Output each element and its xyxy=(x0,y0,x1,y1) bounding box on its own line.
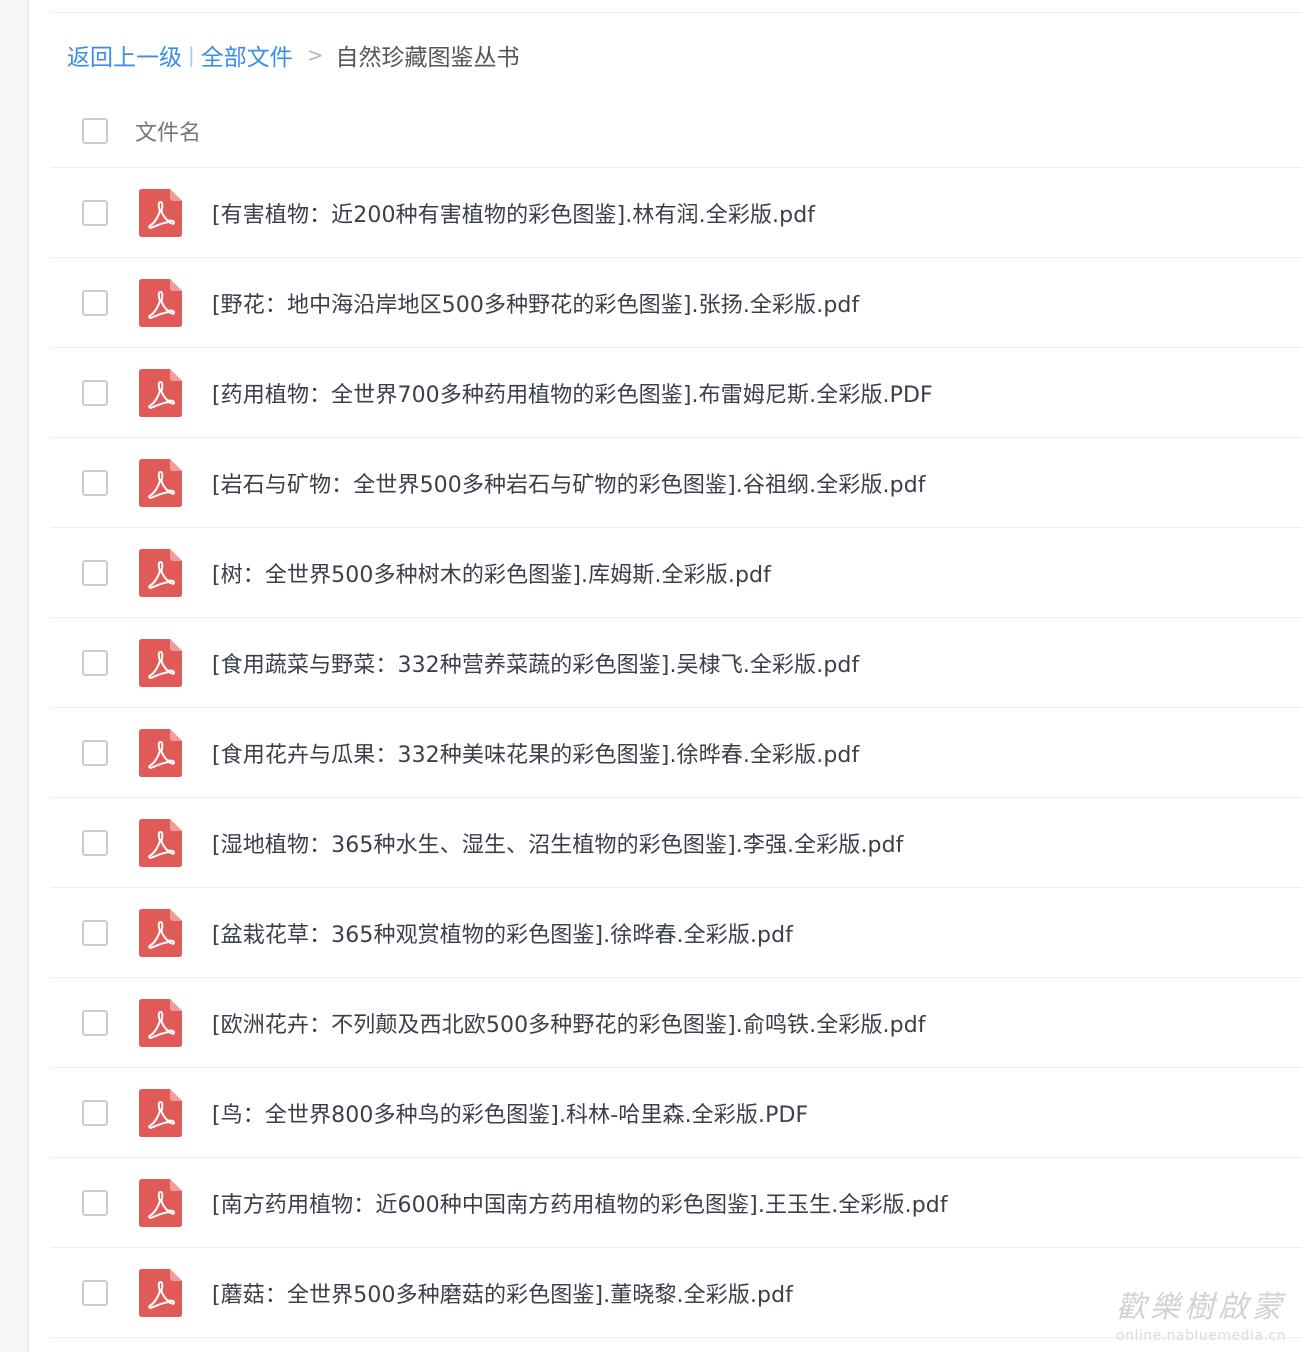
file-checkbox[interactable] xyxy=(82,379,108,406)
file-checkbox[interactable] xyxy=(82,199,108,226)
pdf-file-icon xyxy=(139,368,182,417)
pdf-file-icon xyxy=(139,1178,182,1227)
file-checkbox[interactable] xyxy=(82,1099,108,1126)
file-checkbox[interactable] xyxy=(82,919,108,946)
select-all-checkbox[interactable] xyxy=(82,117,108,144)
file-row[interactable]: [树：全世界500多种树木的彩色图鉴].库姆斯.全彩版.pdf xyxy=(50,528,1302,618)
top-divider xyxy=(50,12,1302,13)
file-checkbox[interactable] xyxy=(82,739,108,766)
pdf-file-icon xyxy=(139,818,182,867)
file-name-link[interactable]: [蘑菇：全世界500多种磨菇的彩色图鉴].董晓黎.全彩版.pdf xyxy=(212,1277,793,1309)
file-checkbox[interactable] xyxy=(82,829,108,856)
filename-column-header: 文件名 xyxy=(135,120,202,146)
all-files-link[interactable]: 全部文件 xyxy=(201,38,293,72)
pdf-file-icon xyxy=(139,638,182,687)
file-checkbox[interactable] xyxy=(82,1009,108,1036)
pdf-file-icon xyxy=(139,548,182,597)
file-row[interactable]: [野花：地中海沿岸地区500多种野花的彩色图鉴].张扬.全彩版.pdf xyxy=(50,258,1302,348)
file-name-link[interactable]: [野花：地中海沿岸地区500多种野花的彩色图鉴].张扬.全彩版.pdf xyxy=(212,287,859,319)
file-row[interactable]: [欧洲花卉：不列颠及西北欧500多种野花的彩色图鉴].俞鸣铁.全彩版.pdf xyxy=(50,978,1302,1068)
file-name-link[interactable]: [湿地植物：365种水生、湿生、沼生植物的彩色图鉴].李强.全彩版.pdf xyxy=(212,827,904,859)
file-name-link[interactable]: [树：全世界500多种树木的彩色图鉴].库姆斯.全彩版.pdf xyxy=(212,557,771,589)
pdf-file-icon xyxy=(139,188,182,237)
file-list: 文件名 [有害植物：近200种有害植物的彩色图鉴].林有润.全彩版.pdf [野花… xyxy=(50,94,1302,1338)
file-name-link[interactable]: [盆栽花草：365种观赏植物的彩色图鉴].徐晔春.全彩版.pdf xyxy=(212,917,793,949)
file-row[interactable]: [盆栽花草：365种观赏植物的彩色图鉴].徐晔春.全彩版.pdf xyxy=(50,888,1302,978)
file-row[interactable]: [岩石与矿物：全世界500多种岩石与矿物的彩色图鉴].谷祖纲.全彩版.pdf xyxy=(50,438,1302,528)
file-row[interactable]: [药用植物：全世界700多种药用植物的彩色图鉴].布雷姆尼斯.全彩版.PDF xyxy=(50,348,1302,438)
file-name-link[interactable]: [鸟：全世界800多种鸟的彩色图鉴].科林-哈里森.全彩版.PDF xyxy=(212,1097,808,1129)
file-name-link[interactable]: [南方药用植物：近600种中国南方药用植物的彩色图鉴].王玉生.全彩版.pdf xyxy=(212,1187,948,1219)
pdf-file-icon xyxy=(139,1088,182,1137)
pdf-file-icon xyxy=(139,278,182,327)
pdf-file-icon xyxy=(139,458,182,507)
pdf-file-icon xyxy=(139,908,182,957)
file-row[interactable]: [食用蔬菜与野菜：332种营养菜蔬的彩色图鉴].吴棣飞.全彩版.pdf xyxy=(50,618,1302,708)
file-name-link[interactable]: [岩石与矿物：全世界500多种岩石与矿物的彩色图鉴].谷祖纲.全彩版.pdf xyxy=(212,467,926,499)
back-link[interactable]: 返回上一级 xyxy=(67,38,182,72)
file-name-link[interactable]: [食用花卉与瓜果：332种美味花果的彩色图鉴].徐晔春.全彩版.pdf xyxy=(212,737,859,769)
current-folder-label: 自然珍藏图鉴丛书 xyxy=(335,45,520,71)
file-checkbox[interactable] xyxy=(82,559,108,586)
left-sidebar-rail xyxy=(0,0,29,1352)
file-row[interactable]: [蘑菇：全世界500多种磨菇的彩色图鉴].董晓黎.全彩版.pdf xyxy=(50,1248,1302,1338)
breadcrumb: 返回上一级 | 全部文件 > 自然珍藏图鉴丛书 xyxy=(67,38,520,72)
file-rows: [有害植物：近200种有害植物的彩色图鉴].林有润.全彩版.pdf [野花：地中海… xyxy=(50,168,1302,1338)
file-row[interactable]: [湿地植物：365种水生、湿生、沼生植物的彩色图鉴].李强.全彩版.pdf xyxy=(50,798,1302,888)
file-row[interactable]: [食用花卉与瓜果：332种美味花果的彩色图鉴].徐晔春.全彩版.pdf xyxy=(50,708,1302,798)
file-checkbox[interactable] xyxy=(82,289,108,316)
file-name-link[interactable]: [药用植物：全世界700多种药用植物的彩色图鉴].布雷姆尼斯.全彩版.PDF xyxy=(212,377,933,409)
file-checkbox[interactable] xyxy=(82,649,108,676)
file-checkbox[interactable] xyxy=(82,1189,108,1216)
file-row[interactable]: [有害植物：近200种有害植物的彩色图鉴].林有润.全彩版.pdf xyxy=(50,168,1302,258)
file-list-header: 文件名 xyxy=(50,94,1302,168)
breadcrumb-arrow-icon: > xyxy=(306,43,324,67)
pdf-file-icon xyxy=(139,998,182,1047)
breadcrumb-separator: | xyxy=(188,43,195,67)
file-checkbox[interactable] xyxy=(82,1279,108,1306)
file-checkbox[interactable] xyxy=(82,469,108,496)
file-row[interactable]: [鸟：全世界800多种鸟的彩色图鉴].科林-哈里森.全彩版.PDF xyxy=(50,1068,1302,1158)
file-name-link[interactable]: [有害植物：近200种有害植物的彩色图鉴].林有润.全彩版.pdf xyxy=(212,197,815,229)
file-row[interactable]: [南方药用植物：近600种中国南方药用植物的彩色图鉴].王玉生.全彩版.pdf xyxy=(50,1158,1302,1248)
pdf-file-icon xyxy=(139,1268,182,1317)
pdf-file-icon xyxy=(139,728,182,777)
file-name-link[interactable]: [食用蔬菜与野菜：332种营养菜蔬的彩色图鉴].吴棣飞.全彩版.pdf xyxy=(212,647,859,679)
file-name-link[interactable]: [欧洲花卉：不列颠及西北欧500多种野花的彩色图鉴].俞鸣铁.全彩版.pdf xyxy=(212,1007,926,1039)
